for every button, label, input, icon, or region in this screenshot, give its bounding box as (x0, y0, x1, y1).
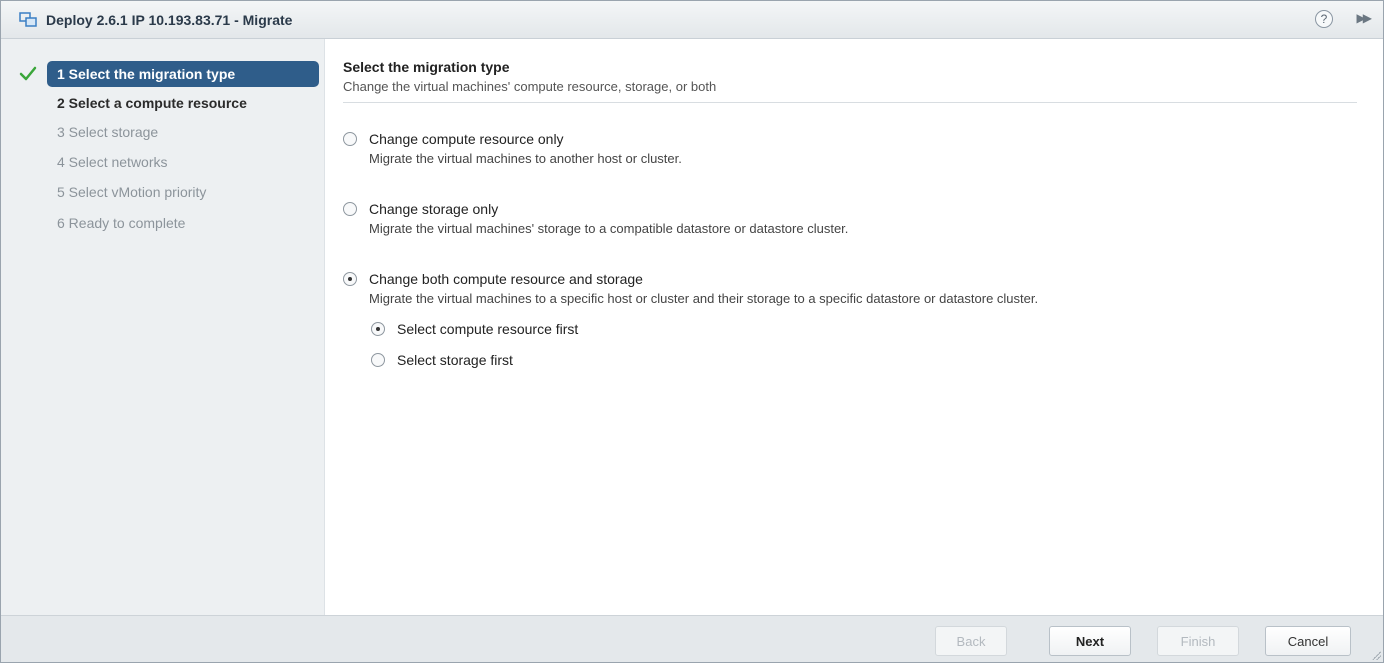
option-description: Migrate the virtual machines to another … (369, 151, 682, 166)
step-select-migration-type[interactable]: 1 Select the migration type (47, 61, 319, 87)
suboption-label[interactable]: Select compute resource first (397, 321, 578, 337)
migrate-dialog: Deploy 2.6.1 IP 10.193.83.71 - Migrate ?… (0, 0, 1384, 663)
option-label[interactable]: Change compute resource only (369, 131, 564, 147)
step-select-networks: 4 Select networks (57, 154, 168, 170)
page-title: Select the migration type (343, 59, 510, 75)
option-description: Migrate the virtual machines' storage to… (369, 221, 849, 236)
radio-compute-and-storage[interactable] (343, 272, 357, 286)
wizard-content: Select the migration type Change the vir… (325, 39, 1383, 615)
suboption-label[interactable]: Select storage first (397, 352, 513, 368)
page-subtitle: Change the virtual machines' compute res… (343, 79, 717, 94)
vm-migrate-icon (19, 12, 37, 27)
cancel-button[interactable]: Cancel (1265, 626, 1351, 656)
help-icon[interactable]: ? (1315, 10, 1333, 28)
check-icon (19, 66, 37, 81)
divider (343, 102, 1357, 103)
expand-icon[interactable]: ▶▶ (1357, 11, 1373, 25)
wizard-steps-sidebar: 1 Select the migration type 2 Select a c… (1, 39, 325, 615)
radio-compute-only[interactable] (343, 132, 357, 146)
next-button[interactable]: Next (1049, 626, 1131, 656)
dialog-titlebar: Deploy 2.6.1 IP 10.193.83.71 - Migrate ?… (1, 1, 1383, 39)
radio-storage-only[interactable] (343, 202, 357, 216)
step-ready-to-complete: 6 Ready to complete (57, 215, 186, 231)
wizard-footer: Back Next Finish Cancel (1, 615, 1383, 662)
option-description: Migrate the virtual machines to a specif… (369, 291, 1039, 306)
resize-grip-icon[interactable] (1371, 650, 1381, 660)
step-select-compute-resource[interactable]: 2 Select a compute resource (47, 90, 257, 116)
back-button[interactable]: Back (935, 626, 1007, 656)
step-select-storage: 3 Select storage (57, 124, 159, 140)
option-label[interactable]: Change both compute resource and storage (369, 271, 643, 287)
finish-button[interactable]: Finish (1157, 626, 1239, 656)
option-label[interactable]: Change storage only (369, 201, 498, 217)
step-select-vmotion-priority: 5 Select vMotion priority (57, 184, 207, 200)
radio-compute-first[interactable] (371, 322, 385, 336)
radio-storage-first[interactable] (371, 353, 385, 367)
dialog-title: Deploy 2.6.1 IP 10.193.83.71 - Migrate (46, 12, 293, 28)
